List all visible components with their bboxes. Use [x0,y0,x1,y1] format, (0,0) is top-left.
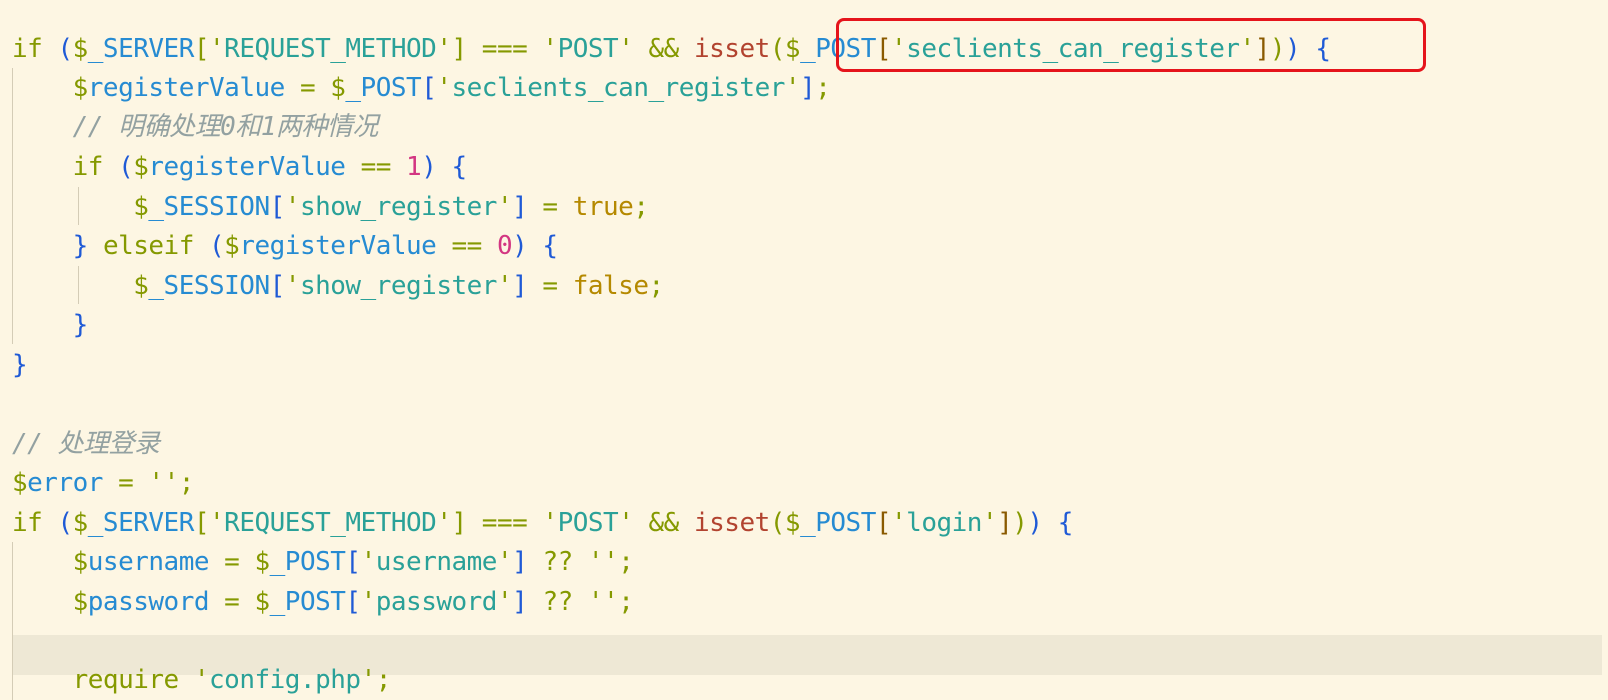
code-line-3: // 明确处理0和1两种情况 [72,112,379,142]
code-line-8: } [72,310,89,340]
code-line-14: $username = $_POST['username'] ?? ''; [72,547,634,577]
code-line-17: require 'config.php'; [72,665,392,695]
code-line-12: $error = ''; [12,468,194,498]
code-line-6: } elseif ($registerValue == 0) { [72,231,558,261]
code-line-13: if ($_SERVER['REQUEST_METHOD'] === 'POST… [12,508,1073,538]
code-editor[interactable]: if ($_SERVER['REQUEST_METHOD'] === 'POST… [0,0,1608,700]
code-line-5: $_SESSION['show_register'] = true; [133,192,649,222]
highlight-annotation-box [836,18,1426,72]
code-line-11: // 处理登录 [12,429,160,459]
code-line-15: $password = $_POST['password'] ?? ''; [72,587,634,617]
code-line-7: $_SESSION['show_register'] = false; [133,271,664,301]
code-line-9: } [12,350,28,380]
code-line-2: $registerValue = $_POST['seclients_can_r… [72,73,831,103]
code-line-4: if ($registerValue == 1) { [72,152,468,182]
